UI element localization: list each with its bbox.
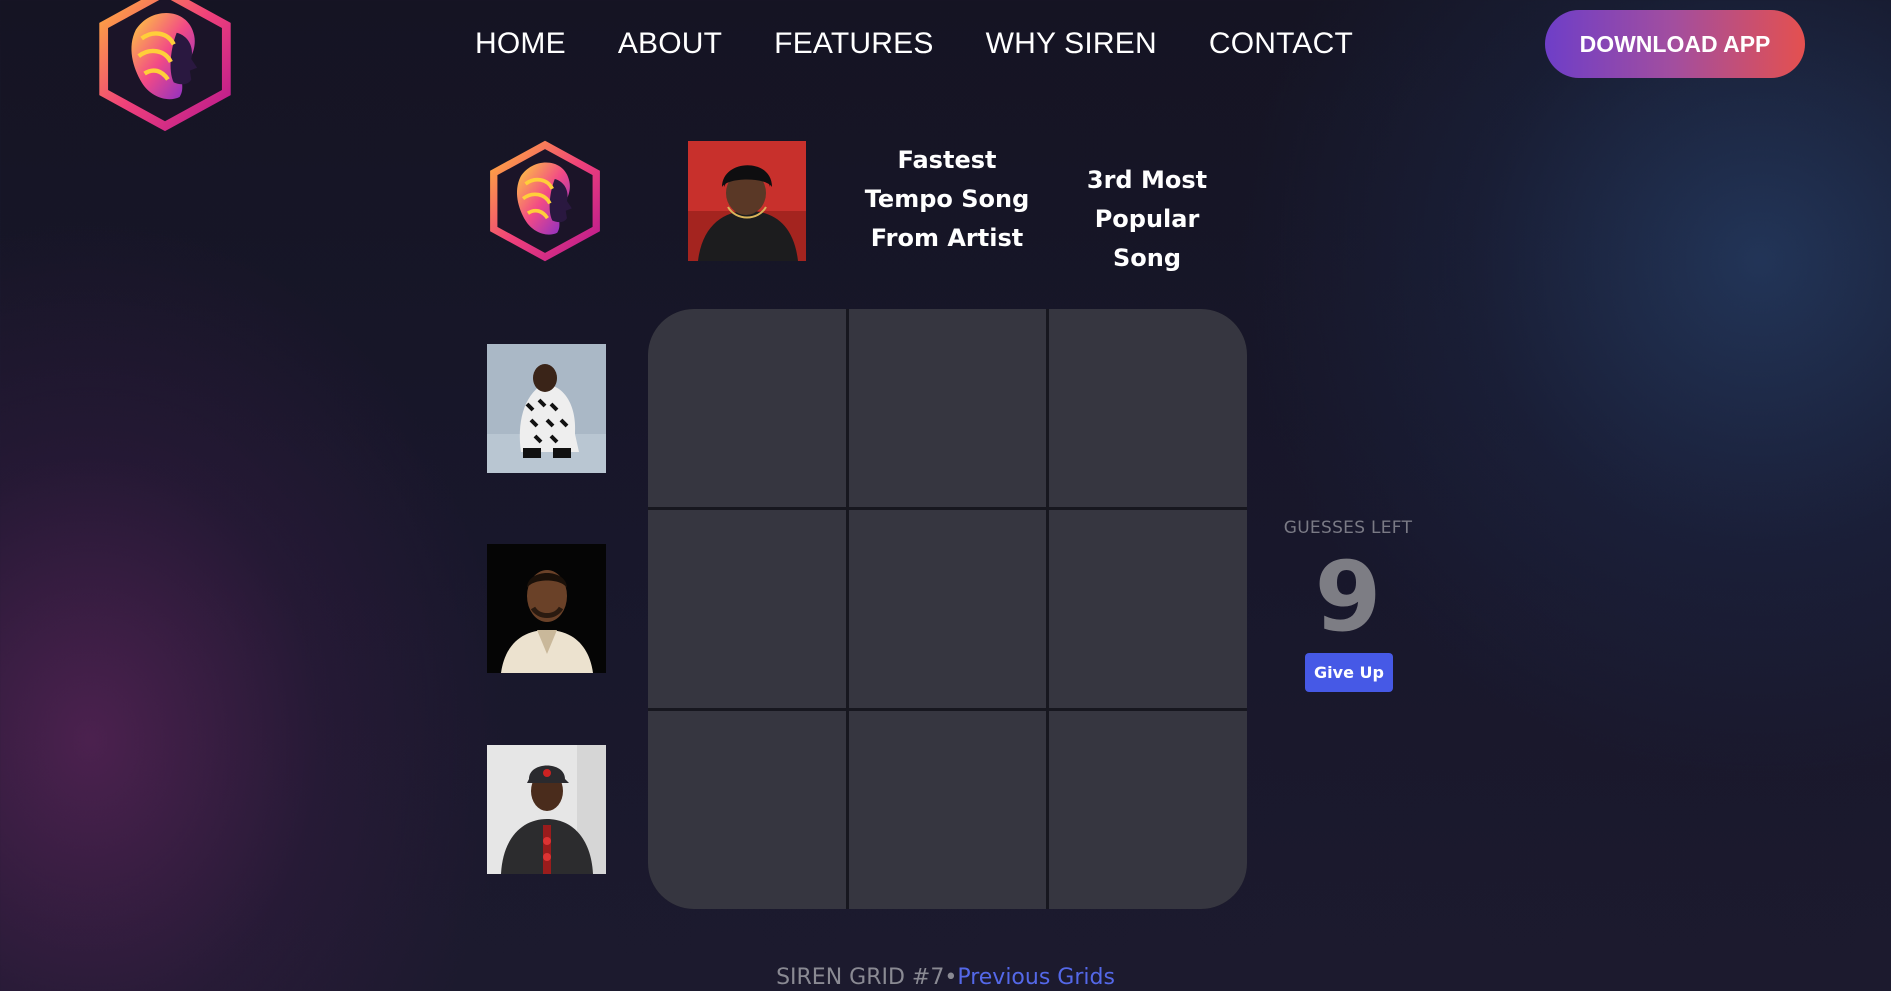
- grid-cell-2-1[interactable]: [648, 510, 846, 708]
- grid-cell-2-2[interactable]: [848, 510, 1047, 708]
- main-nav: HOME ABOUT FEATURES WHY SIREN CONTACT: [475, 24, 1353, 64]
- grid-cell-2-3[interactable]: [1049, 510, 1247, 708]
- nav-home-link[interactable]: HOME: [475, 24, 566, 64]
- siren-logo-icon[interactable]: [88, 0, 242, 132]
- nav-about-link[interactable]: ABOUT: [618, 24, 722, 64]
- grid-cell-1-1[interactable]: [648, 309, 846, 507]
- row-artist-photo-2: [487, 544, 606, 673]
- download-app-button[interactable]: DOWNLOAD APP: [1545, 10, 1805, 78]
- give-up-button[interactable]: Give Up: [1305, 653, 1393, 692]
- grid-cell-3-3[interactable]: [1049, 711, 1247, 909]
- grid-cell-3-2[interactable]: [848, 711, 1047, 909]
- grid-number-label: SIREN GRID #7: [776, 965, 945, 990]
- footer: SIREN GRID #7•Previous Grids: [0, 964, 1891, 991]
- guesses-left-count: 9: [1314, 541, 1382, 653]
- grid-cell-1-3[interactable]: [1049, 309, 1247, 507]
- game-grid: [648, 309, 1247, 909]
- nav-features-link[interactable]: FEATURES: [774, 24, 933, 64]
- previous-grids-link[interactable]: Previous Grids: [957, 965, 1115, 990]
- grid-cell-1-2[interactable]: [848, 309, 1047, 507]
- column-label-3rd-popular: 3rd Most Popular Song: [1086, 166, 1208, 272]
- siren-grid-logo-icon: [484, 139, 606, 263]
- footer-separator: •: [944, 965, 958, 990]
- guesses-left-label: GUESSES LEFT: [1283, 518, 1413, 538]
- row-artist-photo-1: [487, 344, 606, 473]
- grid-cell-3-1[interactable]: [648, 711, 846, 909]
- nav-contact-link[interactable]: CONTACT: [1209, 24, 1353, 64]
- column-label-fastest-tempo: Fastest Tempo Song From Artist: [864, 146, 1030, 252]
- nav-why-siren-link[interactable]: WHY SIREN: [986, 24, 1157, 64]
- column-artist-photo: [688, 141, 806, 261]
- row-artist-photo-3: [487, 745, 606, 874]
